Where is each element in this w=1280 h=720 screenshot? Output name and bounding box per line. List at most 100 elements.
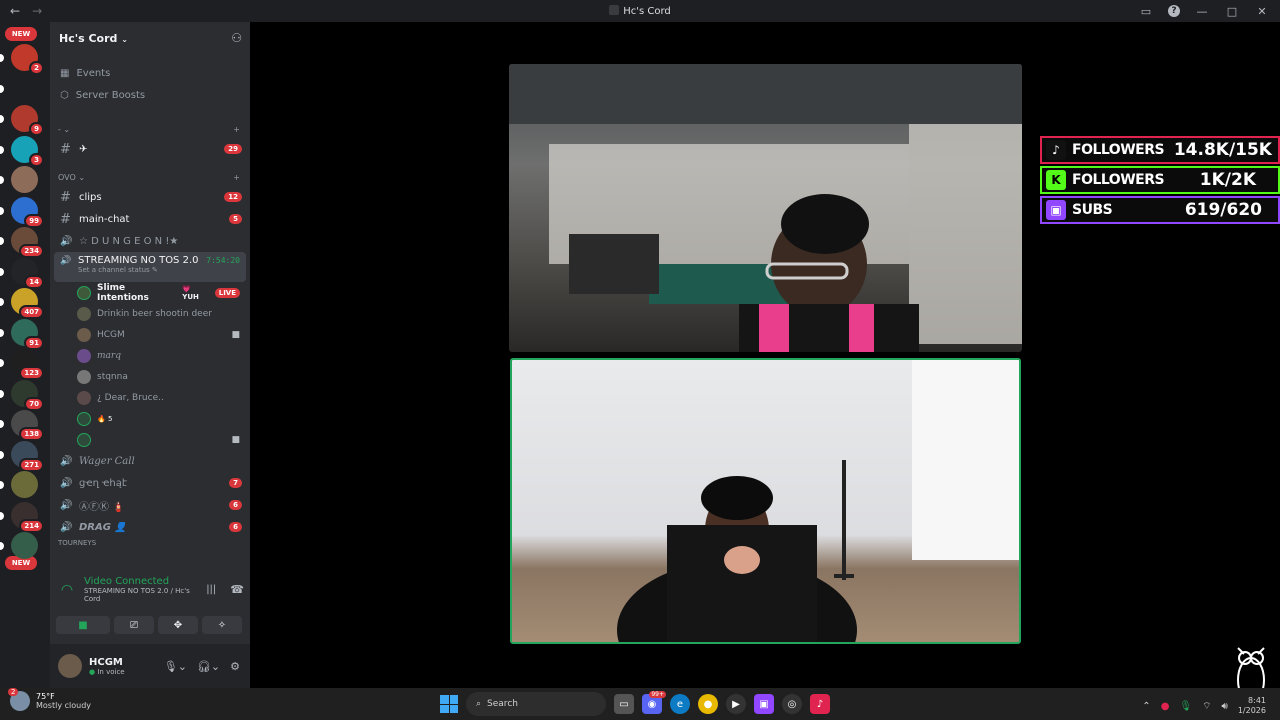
channel-dungeon[interactable]: 🔊 ☆ D U N G E O N !★ [50,230,250,252]
inbox-icon[interactable]: ▭ [1138,5,1154,18]
avatar[interactable] [58,654,82,678]
taskbar-search[interactable]: ⌕ Search [466,692,606,716]
server-icon[interactable]: 214 [11,501,44,533]
media-player-icon[interactable]: ▶ [726,694,746,714]
server-icon[interactable] [11,471,38,498]
unread-badge: 14 [24,274,44,289]
server-icon[interactable]: 271 [11,440,44,472]
user-panel: HCGM ● In voice 🎙︎⌄ 🎧︎⌄ ⚙ [50,644,250,688]
disconnect-icon[interactable]: ☎ [230,583,244,596]
add-channel-icon[interactable]: + [233,173,240,182]
channel-afk[interactable]: 🔊 ⒶⒻⓀ 🧯 6 [50,494,250,516]
channel-plane[interactable]: # ✈ 29 [50,138,250,160]
clock[interactable]: 8:41 1/2026 [1238,696,1266,716]
voice-member[interactable]: ¿ Dear, Bruce.. [50,387,250,408]
close-icon[interactable]: ✕ [1254,5,1270,18]
server-icon[interactable]: 138 [11,410,44,441]
member-name: Slime Intentions [97,282,149,303]
server-icon[interactable]: 123 [11,349,44,380]
weather-desc: Mostly cloudy [36,701,91,710]
pencil-icon[interactable]: ✎ [152,266,158,274]
stream-goal-overlay: ♪ FOLLOWERS 14.8K/15K K FOLLOWERS 1K/2K ▣ SUB… [1040,136,1280,226]
category-label: OVO [58,172,76,182]
voice-member[interactable]: marq [50,345,250,366]
voice-member[interactable]: HCGM ■ [50,324,250,345]
channel-streaming-no-tos[interactable]: 🔊 STREAMING NO TOS 2.0 7:54:20 Set a chann… [54,252,246,282]
edge-icon[interactable]: e [670,694,690,714]
app-tray-icon[interactable]: ● [1161,701,1170,712]
microphone-icon[interactable]: 🎙︎⌄ [164,660,187,673]
windows-start-icon[interactable] [440,695,458,713]
file-explorer-icon[interactable]: ▭ [614,694,634,714]
volume-icon[interactable]: 🔊︎ [1222,701,1228,712]
weather-badge: 2 [8,688,19,696]
share-screen-button[interactable]: ⎚ [114,616,154,634]
mention-badge: 29 [224,144,242,154]
voice-member[interactable]: ■ [50,429,250,450]
server-icon[interactable]: 91 [11,318,44,350]
video-tile-slime-intentions[interactable] [509,64,1022,352]
voice-member[interactable]: 🔥 5 [50,408,250,429]
server-icon[interactable] [11,166,38,193]
category-tourneys[interactable]: TOURNEYS [50,538,250,548]
server-icon[interactable]: 70 [11,379,44,411]
noise-suppression-icon[interactable]: ||| [206,584,216,595]
signal-icon: ◠ [60,581,74,598]
server-icon[interactable] [11,74,38,102]
channel-clips[interactable]: # clips 12 [50,186,250,208]
server-icon[interactable]: 14 [11,257,44,289]
server-icon[interactable]: 2 [11,44,44,75]
voice-member[interactable]: Drinkin beer shootin deer [50,303,250,324]
window-title-text: Hc's Cord [623,6,671,17]
unread-pip [0,511,4,520]
invite-people-icon[interactable]: ⚇ [231,31,242,45]
help-icon[interactable]: ? [1168,5,1180,17]
kick-followers-goal: K FOLLOWERS 1K/2K [1040,166,1280,194]
unread-pip [0,298,4,306]
mention-badge: 6 [229,500,242,510]
maximize-icon[interactable]: □ [1224,5,1240,18]
voice-status-subtitle[interactable]: STREAMING NO TOS 2.0 / Hc's Cord [84,587,200,603]
cloudy-weather-icon: 2 [8,688,30,711]
server-icon[interactable]: 234 [11,227,44,258]
channel-status-placeholder[interactable]: Set a channel status [78,266,150,274]
server-icon[interactable]: 3 [11,135,44,167]
channel-gen-chat[interactable]: 🔊 ցҽղ ҽհąէ 7 [50,472,250,494]
headphones-icon[interactable]: 🎧︎⌄ [197,660,220,673]
new-unreads-pill-top[interactable]: NEW [5,27,37,41]
username[interactable]: HCGM [89,657,125,668]
server-icon[interactable]: 9 [11,105,44,136]
activities-button[interactable]: ✥ [158,616,198,634]
chrome-icon[interactable]: ● [698,694,718,714]
voice-member[interactable]: Slime Intentions 💗 YUH LIVE [50,282,250,303]
network-icon[interactable]: ⌔ [1202,700,1211,713]
tiktok-app-icon[interactable]: ♪ [810,694,830,714]
category-ovo[interactable]: OVO ⌄ + [50,168,250,186]
back-arrow-icon[interactable]: ← [10,4,20,18]
server-boosts-item[interactable]: ⬡ Server Boosts [50,84,250,106]
server-icon[interactable] [11,532,38,559]
add-channel-icon[interactable]: + [233,125,240,134]
chevron-up-icon[interactable]: ⌃ [1142,701,1150,712]
channel-wager-call[interactable]: 🔊 Wager Call [50,450,250,472]
voice-status-title[interactable]: Video Connected [84,576,200,587]
minimize-icon[interactable]: — [1194,5,1210,18]
microphone-tray-icon[interactable]: 🎙︎ [1179,701,1192,712]
voice-member[interactable]: stqnna [50,366,250,387]
channel-drag[interactable]: 🔊 DRAG 👤 6 [50,516,250,538]
server-header[interactable]: Hc's Cord ⌄ ⚇ [50,22,250,54]
soundboard-button[interactable]: ✧ [202,616,242,634]
obs-icon[interactable]: ◎ [782,694,802,714]
video-tile-hcgm[interactable] [510,358,1021,644]
discord-icon[interactable]: ◉ 99+ [642,691,666,714]
camera-button[interactable]: ■ [56,616,110,634]
events-item[interactable]: ▦ Events [50,62,250,84]
server-icon[interactable]: 407 [11,288,44,319]
twitch-app-icon[interactable]: ▣ [754,694,774,714]
channel-main-chat[interactable]: # main-chat 5 [50,208,250,230]
gear-icon[interactable]: ⚙ [230,660,240,673]
category-dash[interactable]: - ⌄ + [50,120,250,138]
server-icon[interactable]: 99 [11,196,44,228]
weather-widget[interactable]: 2 75°F Mostly cloudy [8,688,91,711]
forward-arrow-icon[interactable]: → [32,4,42,18]
